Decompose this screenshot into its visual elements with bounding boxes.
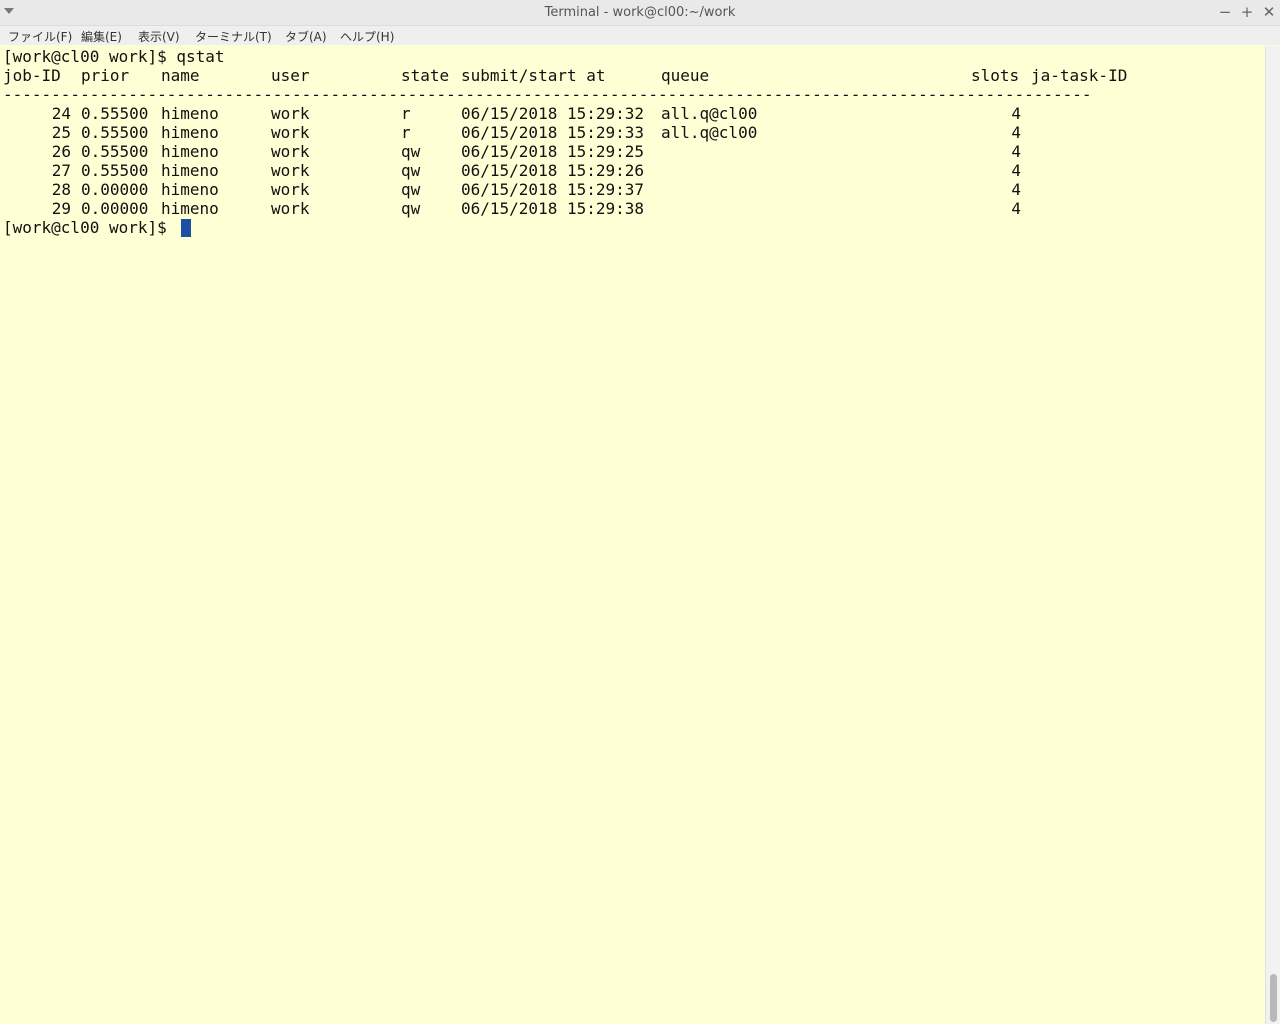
job-state: qw: [401, 142, 421, 161]
job-submit: 06/15/2018 15:29:26: [461, 161, 645, 180]
table-row: 29 0.00000 himeno work qw 06/15/2018 15:29:38…: [3, 199, 1203, 218]
job-submit: 06/15/2018 15:29:38: [461, 199, 645, 218]
job-name: himeno: [161, 199, 219, 218]
table-row: 28 0.00000 himeno work qw 06/15/2018 15:29:37…: [3, 180, 1203, 199]
menu-file[interactable]: ファイル(F): [8, 28, 72, 45]
prompt-line: [work@cl00 work]$: [3, 218, 177, 237]
menu-edit[interactable]: 編集(E): [81, 28, 122, 45]
job-id: 25: [51, 123, 71, 142]
job-slots: 4: [1011, 123, 1021, 142]
table-header: job-ID prior name user state submit/star…: [3, 66, 1203, 85]
job-queue: all.q@cl00: [661, 104, 758, 123]
menu-help[interactable]: ヘルプ(H): [340, 28, 394, 45]
maximize-button[interactable]: +: [1238, 3, 1256, 21]
job-submit: 06/15/2018 15:29:33: [461, 123, 645, 142]
close-button[interactable]: ✕: [1260, 3, 1278, 21]
job-user: work: [271, 104, 310, 123]
table-row: 24 0.55500 himeno work r 06/15/2018 15:29:32 a…: [3, 104, 1203, 123]
job-prior: 0.55500: [81, 142, 149, 161]
text-cursor: [181, 219, 191, 237]
job-user: work: [271, 161, 310, 180]
terminal-area[interactable]: [work@cl00 work]$ qstat job-ID prior nam…: [0, 46, 1265, 1024]
header-prior: prior: [81, 66, 130, 85]
job-slots: 4: [1011, 142, 1021, 161]
job-slots: 4: [1011, 161, 1021, 180]
job-name: himeno: [161, 161, 219, 180]
job-submit: 06/15/2018 15:29:37: [461, 180, 645, 199]
minimize-button[interactable]: −: [1216, 3, 1234, 21]
job-name: himeno: [161, 104, 219, 123]
job-submit: 06/15/2018 15:29:32: [461, 104, 645, 123]
header-name: name: [161, 66, 200, 85]
job-state: qw: [401, 199, 421, 218]
job-prior: 0.00000: [81, 199, 149, 218]
job-queue: all.q@cl00: [661, 123, 758, 142]
menu-tabs[interactable]: タブ(A): [285, 28, 327, 45]
job-prior: 0.55500: [81, 123, 149, 142]
job-slots: 4: [1011, 104, 1021, 123]
separator-line: ----------------------------------------…: [3, 85, 1092, 104]
title-bar: Terminal - work@cl00:~/work − + ✕: [0, 0, 1280, 26]
job-id: 26: [51, 142, 71, 161]
header-slots: slots: [971, 66, 1020, 85]
job-name: himeno: [161, 180, 219, 199]
job-id: 29: [51, 199, 71, 218]
header-submit: submit/start at: [461, 66, 606, 85]
header-jobid: job-ID: [3, 66, 61, 85]
menu-bar: ファイル(F) 編集(E) 表示(V) ターミナル(T) タブ(A) ヘルプ(H…: [0, 26, 1280, 45]
job-id: 28: [51, 180, 71, 199]
header-queue: queue: [661, 66, 710, 85]
job-name: himeno: [161, 123, 219, 142]
command-line: [work@cl00 work]$ qstat: [3, 47, 225, 66]
job-slots: 4: [1011, 180, 1021, 199]
job-state: r: [401, 104, 411, 123]
scrollbar[interactable]: [1265, 46, 1280, 1024]
scrollbar-thumb[interactable]: [1270, 974, 1277, 1022]
job-state: qw: [401, 180, 421, 199]
menu-terminal[interactable]: ターミナル(T): [195, 28, 272, 45]
job-user: work: [271, 199, 310, 218]
table-row: 25 0.55500 himeno work r 06/15/2018 15:29:33 a…: [3, 123, 1203, 142]
job-prior: 0.55500: [81, 161, 149, 180]
table-row: 27 0.55500 himeno work qw 06/15/2018 15:29:26…: [3, 161, 1203, 180]
job-prior: 0.00000: [81, 180, 149, 199]
job-id: 27: [51, 161, 71, 180]
job-prior: 0.55500: [81, 104, 149, 123]
menu-view[interactable]: 表示(V): [138, 28, 180, 45]
job-user: work: [271, 123, 310, 142]
job-user: work: [271, 180, 310, 199]
table-row: 26 0.55500 himeno work qw 06/15/2018 15:29:25…: [3, 142, 1203, 161]
window-title: Terminal - work@cl00:~/work: [544, 5, 736, 20]
header-state: state: [401, 66, 450, 85]
job-name: himeno: [161, 142, 219, 161]
job-submit: 06/15/2018 15:29:25: [461, 142, 645, 161]
job-id: 24: [51, 104, 71, 123]
header-tasks: ja-task-ID: [1031, 66, 1128, 85]
job-state: r: [401, 123, 411, 142]
job-slots: 4: [1011, 199, 1021, 218]
job-state: qw: [401, 161, 421, 180]
job-user: work: [271, 142, 310, 161]
header-user: user: [271, 66, 310, 85]
